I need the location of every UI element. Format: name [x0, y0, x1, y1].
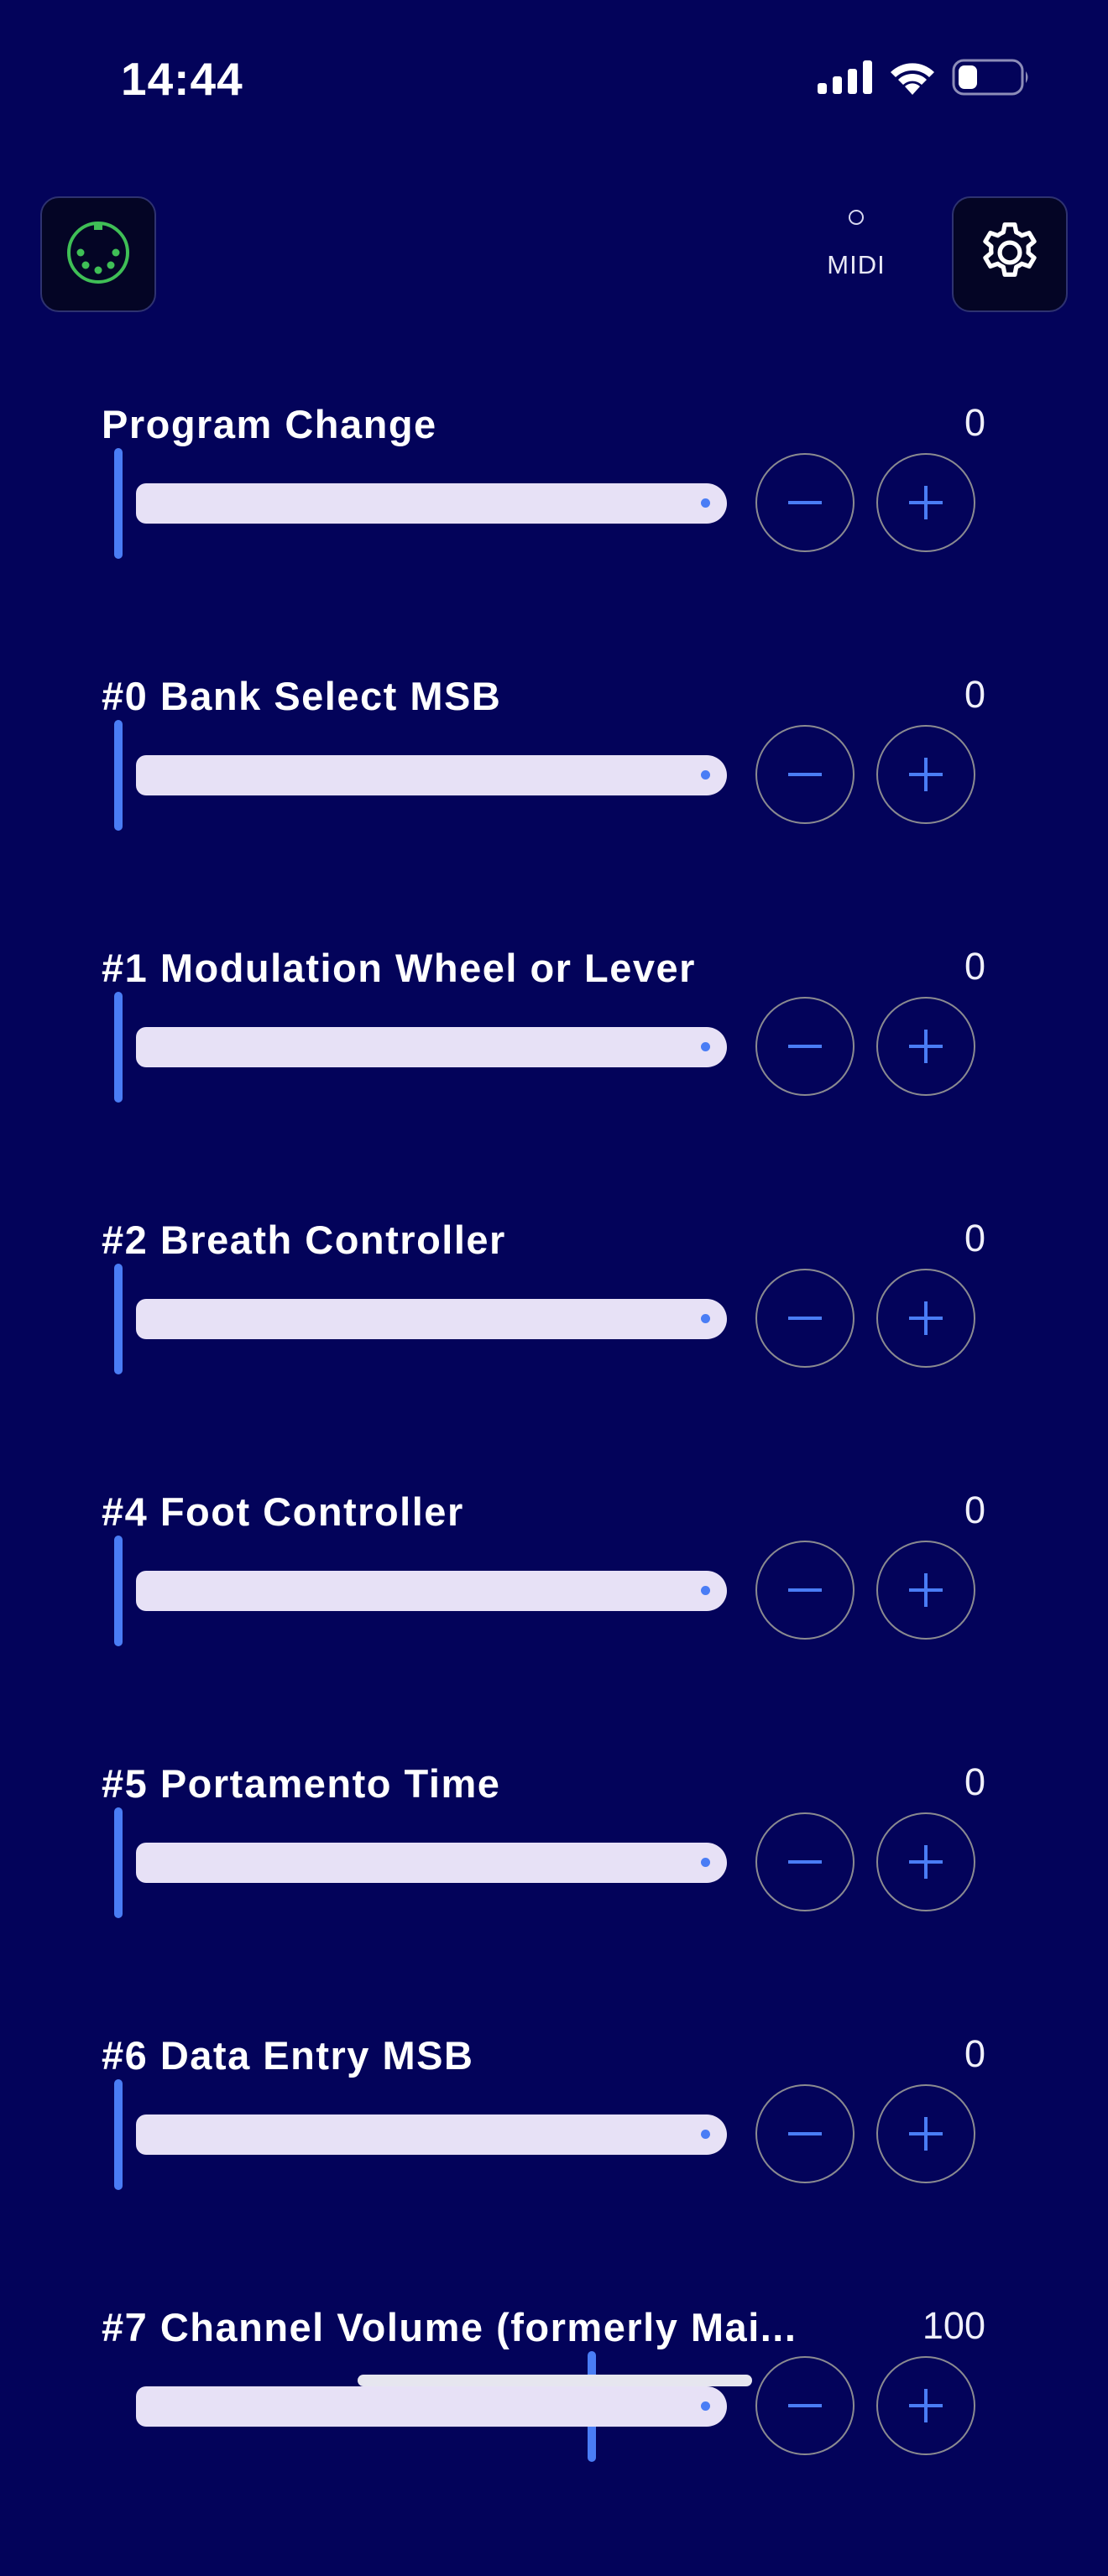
- minus-icon: [788, 1588, 822, 1592]
- slider-thumb[interactable]: [114, 1807, 123, 1918]
- plus-icon: [909, 1301, 943, 1335]
- slider-thumb[interactable]: [114, 1536, 123, 1646]
- increment-button[interactable]: [876, 2356, 975, 2455]
- control-name: #7 Channel Volume (formerly Mai...: [102, 2305, 797, 2349]
- slider-thumb[interactable]: [114, 720, 123, 831]
- minus-icon: [788, 501, 822, 504]
- plus-icon: [909, 1845, 943, 1879]
- decrement-button[interactable]: [755, 2084, 855, 2183]
- control-value: 0: [964, 945, 985, 988]
- home-indicator[interactable]: [358, 2375, 752, 2386]
- slider-end-dot: [701, 1314, 710, 1323]
- slider-end-dot: [701, 770, 710, 780]
- control-name: #0 Bank Select MSB: [102, 674, 502, 718]
- decrement-button[interactable]: [755, 453, 855, 552]
- control-value: 0: [964, 1489, 985, 1531]
- control-slider[interactable]: [114, 720, 727, 831]
- control-row: #0 Bank Select MSB 0: [0, 673, 1108, 945]
- minus-icon: [788, 1860, 822, 1864]
- control-value: 0: [964, 673, 985, 716]
- increment-button[interactable]: [876, 1541, 975, 1640]
- slider-track[interactable]: [136, 2386, 727, 2427]
- control-row: Program Change 0: [0, 401, 1108, 673]
- control-row: #1 Modulation Wheel or Lever 0: [0, 945, 1108, 1217]
- plus-icon: [909, 486, 943, 519]
- control-row: #5 Portamento Time 0: [0, 1760, 1108, 2032]
- slider-end-dot: [701, 1042, 710, 1051]
- plus-icon: [909, 2117, 943, 2151]
- slider-track[interactable]: [136, 1027, 727, 1067]
- slider-track[interactable]: [136, 1571, 727, 1611]
- decrement-button[interactable]: [755, 1812, 855, 1911]
- slider-end-dot: [701, 1858, 710, 1867]
- slider-track[interactable]: [136, 755, 727, 795]
- increment-button[interactable]: [876, 1269, 975, 1368]
- control-name: Program Change: [102, 402, 437, 446]
- minus-icon: [788, 2132, 822, 2135]
- minus-icon: [788, 773, 822, 776]
- control-value: 100: [922, 2304, 985, 2347]
- slider-end-dot: [701, 2130, 710, 2139]
- control-name: #5 Portamento Time: [102, 1761, 501, 1806]
- decrement-button[interactable]: [755, 725, 855, 824]
- slider-track[interactable]: [136, 483, 727, 524]
- increment-button[interactable]: [876, 453, 975, 552]
- plus-icon: [909, 1573, 943, 1607]
- slider-track[interactable]: [136, 2115, 727, 2155]
- plus-icon: [909, 758, 943, 791]
- control-row: #6 Data Entry MSB 0: [0, 2032, 1108, 2304]
- plus-icon: [909, 2389, 943, 2422]
- slider-thumb[interactable]: [114, 992, 123, 1103]
- controller-list: Program Change 0 #0 Bank Select MSB 0 #1…: [0, 0, 1108, 2462]
- control-value: 0: [964, 1760, 985, 1803]
- control-slider[interactable]: [114, 1536, 727, 1646]
- increment-button[interactable]: [876, 1812, 975, 1911]
- decrement-button[interactable]: [755, 997, 855, 1096]
- control-name: #4 Foot Controller: [102, 1489, 464, 1534]
- control-slider[interactable]: [114, 992, 727, 1103]
- slider-end-dot: [701, 498, 710, 508]
- control-slider[interactable]: [114, 2079, 727, 2190]
- minus-icon: [788, 1045, 822, 1048]
- control-slider[interactable]: [114, 1264, 727, 1374]
- slider-track[interactable]: [136, 1843, 727, 1883]
- increment-button[interactable]: [876, 997, 975, 1096]
- plus-icon: [909, 1030, 943, 1063]
- increment-button[interactable]: [876, 2084, 975, 2183]
- control-name: #6 Data Entry MSB: [102, 2033, 474, 2078]
- control-value: 0: [964, 2032, 985, 2075]
- decrement-button[interactable]: [755, 1269, 855, 1368]
- control-row: #4 Foot Controller 0: [0, 1489, 1108, 1760]
- slider-track[interactable]: [136, 1299, 727, 1339]
- slider-thumb[interactable]: [114, 1264, 123, 1374]
- control-slider[interactable]: [114, 448, 727, 559]
- control-row: #2 Breath Controller 0: [0, 1217, 1108, 1489]
- slider-thumb[interactable]: [114, 448, 123, 559]
- control-value: 0: [964, 1217, 985, 1259]
- increment-button[interactable]: [876, 725, 975, 824]
- decrement-button[interactable]: [755, 1541, 855, 1640]
- control-name: #2 Breath Controller: [102, 1218, 506, 1262]
- slider-end-dot: [701, 1586, 710, 1595]
- minus-icon: [788, 2404, 822, 2407]
- slider-thumb[interactable]: [114, 2079, 123, 2190]
- control-value: 0: [964, 401, 985, 444]
- control-name: #1 Modulation Wheel or Lever: [102, 946, 696, 990]
- decrement-button[interactable]: [755, 2356, 855, 2455]
- control-row: #7 Channel Volume (formerly Mai... 100: [0, 2304, 1108, 2576]
- control-slider[interactable]: [114, 1807, 727, 1918]
- minus-icon: [788, 1317, 822, 1320]
- control-slider[interactable]: [114, 2351, 727, 2462]
